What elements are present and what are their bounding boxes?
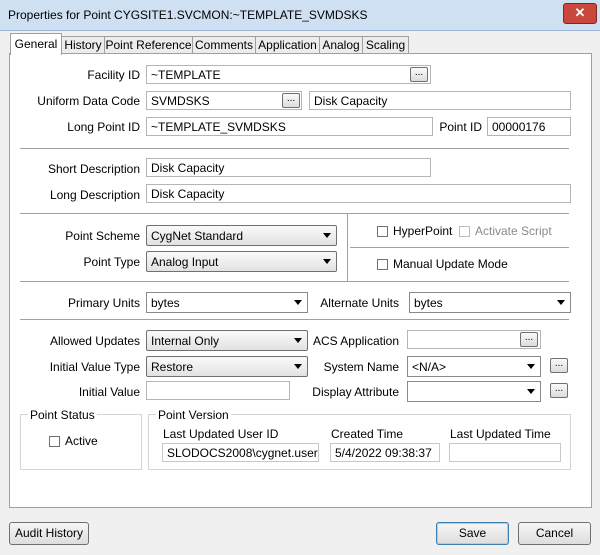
point-scheme-select[interactable]: CygNet Standard [146, 225, 337, 246]
display-attribute-label: Display Attribute [312, 385, 399, 399]
last-updated-time-label: Last Updated Time [450, 427, 551, 441]
short-description-label: Short Description [47, 162, 140, 176]
window-title: Properties for Point CYGSITE1.SVCMON:~TE… [8, 8, 368, 22]
display-attribute-browse-button[interactable]: ... [550, 383, 568, 398]
system-name-label: System Name [323, 360, 399, 374]
long-point-id-label: Long Point ID [67, 120, 140, 134]
tab-comments[interactable]: Comments [192, 36, 256, 54]
initial-value-type-value: Restore [151, 360, 194, 374]
point-type-label: Point Type [83, 255, 140, 269]
chevron-down-icon [557, 300, 565, 305]
chevron-down-icon [323, 259, 331, 264]
activate-script-label: Activate Script [475, 224, 552, 238]
udc-browse-button[interactable]: ... [282, 93, 300, 108]
created-time-label: Created Time [331, 427, 404, 441]
system-name-browse-button[interactable]: ... [550, 358, 568, 373]
divider [20, 281, 569, 282]
manual-update-mode-checkbox[interactable] [377, 259, 388, 270]
initial-value-label: Initial Value [78, 385, 140, 399]
divider [20, 319, 569, 320]
tab-point-reference[interactable]: Point Reference [104, 36, 193, 54]
point-scheme-label: Point Scheme [65, 229, 140, 243]
system-name-select[interactable]: <N/A> [407, 356, 541, 377]
facility-id-browse-button[interactable]: ... [410, 67, 428, 82]
audit-history-button[interactable]: Audit History [9, 522, 89, 545]
cancel-button[interactable]: Cancel [518, 522, 591, 545]
acs-application-browse-button[interactable]: ... [520, 332, 538, 347]
divider [347, 213, 348, 281]
manual-update-mode-label: Manual Update Mode [393, 257, 508, 271]
tab-history[interactable]: History [61, 36, 105, 54]
acs-application-label: ACS Application [312, 334, 399, 348]
udc-description-field: Disk Capacity [309, 91, 571, 110]
initial-value-type-select[interactable]: Restore [146, 356, 308, 377]
active-label: Active [65, 434, 98, 448]
alternate-units-label: Alternate Units [320, 296, 399, 310]
hyperpoint-checkbox[interactable] [377, 226, 388, 237]
long-description-label: Long Description [49, 188, 140, 202]
short-description-field[interactable]: Disk Capacity [146, 158, 431, 177]
point-scheme-value: CygNet Standard [151, 229, 244, 243]
divider [350, 247, 569, 248]
udc-label: Uniform Data Code [37, 94, 140, 108]
point-id-field: 00000176 [487, 117, 571, 136]
allowed-updates-value: Internal Only [151, 334, 220, 348]
alternate-units-value: bytes [414, 296, 443, 310]
close-button[interactable]: ✕ [563, 3, 597, 24]
point-type-value: Analog Input [151, 255, 219, 269]
active-checkbox[interactable] [49, 436, 60, 447]
primary-units-value: bytes [151, 296, 180, 310]
primary-units-label: Primary Units [67, 296, 140, 310]
hyperpoint-label: HyperPoint [393, 224, 453, 238]
last-updated-user-field: SLODOCS2008\cygnet.user1 [162, 443, 319, 462]
chevron-down-icon [527, 389, 535, 394]
created-time-field: 5/4/2022 09:38:37 [330, 443, 440, 462]
last-updated-user-label: Last Updated User ID [163, 427, 279, 441]
tab-application[interactable]: Application [255, 36, 320, 54]
close-icon: ✕ [574, 5, 586, 20]
activate-script-checkbox [459, 226, 470, 237]
long-description-field[interactable]: Disk Capacity [146, 184, 571, 203]
allowed-updates-label: Allowed Updates [49, 334, 140, 348]
tab-general[interactable]: General [10, 33, 62, 55]
point-version-title: Point Version [156, 408, 231, 422]
display-attribute-select[interactable] [407, 381, 541, 402]
system-name-value: <N/A> [412, 360, 447, 374]
initial-value-type-label: Initial Value Type [49, 360, 140, 374]
allowed-updates-select[interactable]: Internal Only [146, 330, 308, 351]
alternate-units-select[interactable]: bytes [409, 292, 571, 313]
long-point-id-field[interactable]: ~TEMPLATE_SVMDSKS [146, 117, 433, 136]
tab-scaling[interactable]: Scaling [362, 36, 409, 54]
point-id-label: Point ID [439, 120, 482, 134]
tab-analog[interactable]: Analog [319, 36, 363, 54]
point-type-select[interactable]: Analog Input [146, 251, 337, 272]
facility-id-field[interactable]: ~TEMPLATE [146, 65, 431, 84]
udc-field[interactable]: SVMDSKS [146, 91, 302, 110]
facility-id-label: Facility ID [87, 68, 140, 82]
chevron-down-icon [323, 233, 331, 238]
point-status-title: Point Status [28, 408, 97, 422]
initial-value-field[interactable] [146, 381, 290, 400]
primary-units-select[interactable]: bytes [146, 292, 308, 313]
divider [20, 213, 569, 214]
save-button[interactable]: Save [436, 522, 509, 545]
last-updated-time-field [449, 443, 561, 462]
divider [20, 148, 569, 149]
chevron-down-icon [527, 364, 535, 369]
